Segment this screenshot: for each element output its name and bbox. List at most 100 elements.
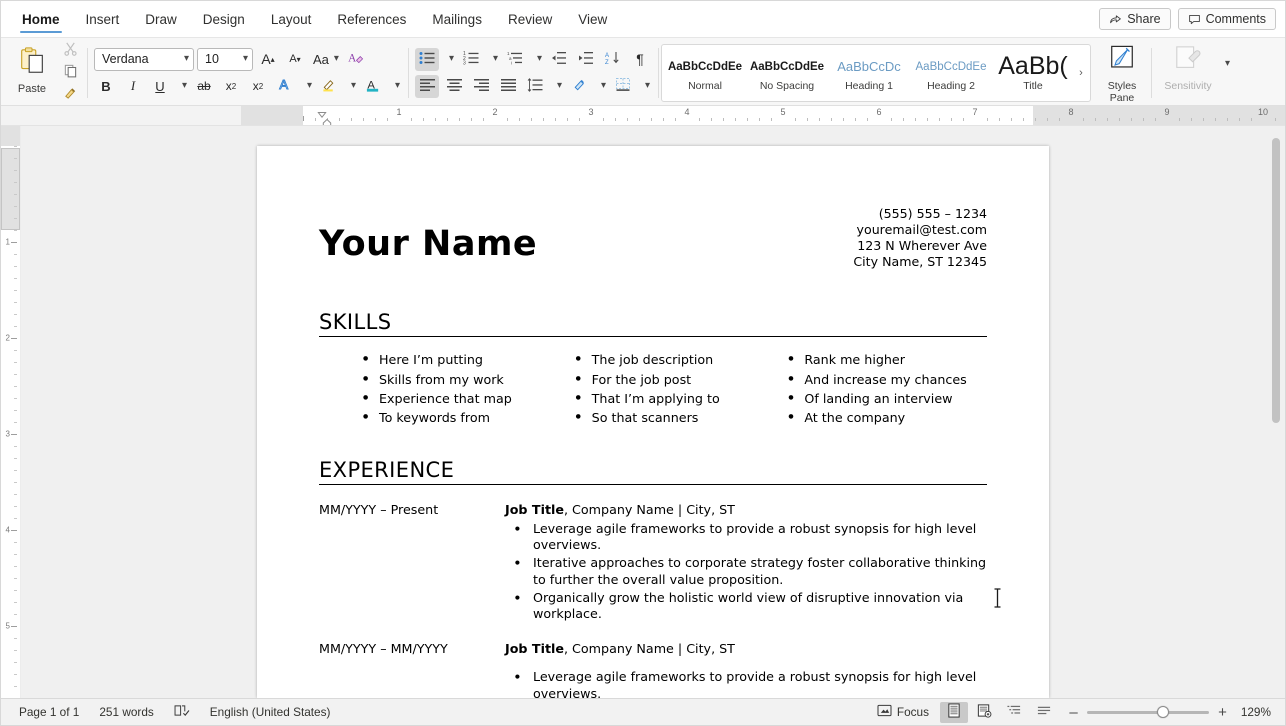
word-count[interactable]: 251 words [89, 701, 163, 723]
tab-view[interactable]: View [565, 1, 620, 37]
align-left-button[interactable] [415, 75, 439, 98]
style-heading-2[interactable]: AaBbCcDdEe Heading 2 [911, 47, 991, 99]
align-center-button[interactable] [442, 75, 466, 98]
style-normal[interactable]: AaBbCcDdEe Normal [665, 47, 745, 99]
paste-button[interactable]: Paste [7, 42, 57, 104]
grow-font-button[interactable]: A▴ [256, 48, 280, 71]
bold-button[interactable]: B [94, 75, 118, 98]
superscript-button[interactable]: x2 [246, 75, 270, 98]
style-heading-1-preview: AaBbCcDc [832, 54, 906, 80]
comments-button[interactable]: Comments [1178, 8, 1276, 30]
zoom-out-button[interactable]: – [1067, 704, 1080, 721]
highlight-button[interactable] [317, 75, 341, 98]
view-web-layout-button[interactable] [970, 702, 998, 723]
tab-mailings[interactable]: Mailings [419, 1, 495, 37]
tab-review[interactable]: Review [495, 1, 565, 37]
font-color-dropdown[interactable]: ▾ [388, 75, 402, 98]
view-draft-button[interactable] [1030, 702, 1058, 723]
chevron-down-icon: ▾ [182, 81, 187, 91]
vertical-scrollbar[interactable] [1270, 130, 1282, 694]
align-right-button[interactable] [469, 75, 493, 98]
justify-button[interactable] [496, 75, 520, 98]
list-item: Leverage agile frameworks to provide a r… [505, 521, 987, 554]
shading-dropdown[interactable]: ▾ [594, 75, 608, 98]
scrollbar-thumb[interactable] [1272, 138, 1280, 423]
tab-home[interactable]: Home [9, 1, 73, 37]
clear-formatting-button[interactable]: A [345, 48, 369, 71]
document-scroll-area[interactable]: Your Name (555) 555 – 1234 youremail@tes… [21, 126, 1285, 698]
tab-references[interactable]: References [324, 1, 419, 37]
bullets-dropdown[interactable]: ▾ [442, 48, 456, 71]
tab-insert[interactable]: Insert [73, 1, 133, 37]
job-title-line: Job Title, Company Name | City, ST [505, 501, 987, 518]
style-no-spacing[interactable]: AaBbCcDdEe No Spacing [747, 47, 827, 99]
horizontal-ruler[interactable]: 12345678910 [241, 106, 1285, 125]
sensitivity-dropdown[interactable]: ▾ [1218, 52, 1232, 75]
cut-icon [63, 41, 78, 61]
resume-name: Your Name [319, 226, 537, 263]
focus-mode-button[interactable]: Focus [867, 701, 939, 723]
chevron-down-icon: ▾ [243, 54, 248, 64]
zoom-thumb[interactable] [1157, 706, 1169, 718]
web-layout-icon [976, 703, 992, 721]
proofing-status[interactable] [164, 701, 200, 723]
font-size-combo[interactable]: 10 ▾ [197, 48, 253, 71]
strikethrough-button[interactable]: ab [192, 75, 216, 98]
borders-button[interactable] [611, 75, 635, 98]
copy-button[interactable] [59, 63, 81, 82]
tab-draw[interactable]: Draw [132, 1, 190, 37]
hanging-indent-marker[interactable] [318, 106, 327, 114]
ruler-left-margin [241, 106, 303, 125]
styles-gallery-more-button[interactable]: › [1074, 47, 1088, 99]
sort-button[interactable]: AZ [601, 48, 625, 71]
view-outline-button[interactable] [1000, 702, 1028, 723]
zoom-slider[interactable] [1087, 706, 1209, 718]
shading-button[interactable] [567, 75, 591, 98]
vertical-ruler[interactable]: 12345 [1, 126, 21, 698]
styles-gallery[interactable]: AaBbCcDdEe Normal AaBbCcDdEe No Spacing … [661, 44, 1091, 102]
document-page[interactable]: Your Name (555) 555 – 1234 youremail@tes… [257, 146, 1049, 698]
zoom-percent-label[interactable]: 129% [1237, 705, 1277, 719]
subscript-button[interactable]: x2 [219, 75, 243, 98]
tab-layout[interactable]: Layout [258, 1, 325, 37]
vruler-tick [14, 218, 17, 219]
style-title[interactable]: AaBb( Title [993, 47, 1073, 99]
italic-button[interactable]: I [121, 75, 145, 98]
page-indicator[interactable]: Page 1 of 1 [9, 701, 89, 723]
highlight-dropdown[interactable]: ▾ [344, 75, 358, 98]
show-formatting-marks-button[interactable]: ¶ [628, 48, 652, 71]
borders-dropdown[interactable]: ▾ [638, 75, 652, 98]
tab-home-label: Home [22, 12, 60, 27]
line-spacing-button[interactable] [523, 75, 547, 98]
view-print-layout-button[interactable] [940, 702, 968, 723]
multilevel-list-button[interactable]: 1ai [503, 48, 527, 71]
cut-button[interactable] [59, 41, 81, 60]
tab-design[interactable]: Design [190, 1, 258, 37]
numbering-dropdown[interactable]: ▾ [486, 48, 500, 71]
vruler-number: 1 [6, 238, 10, 247]
increase-indent-button[interactable] [574, 48, 598, 71]
zoom-in-button[interactable]: + [1216, 704, 1229, 721]
text-effects-button[interactable]: A [273, 75, 297, 98]
bullets-button[interactable] [415, 48, 439, 71]
styles-pane-button[interactable]: Styles Pane [1096, 42, 1148, 104]
line-spacing-dropdown[interactable]: ▾ [550, 75, 564, 98]
change-case-button[interactable]: Aa▾ [310, 48, 342, 71]
sensitivity-button[interactable]: Sensitivity [1158, 42, 1218, 104]
vruler-tick [11, 434, 17, 435]
font-family-combo[interactable]: Verdana ▾ [94, 48, 194, 71]
ruler-tick [771, 118, 772, 121]
format-painter-button[interactable] [59, 85, 81, 104]
decrease-indent-button[interactable] [547, 48, 571, 71]
underline-dropdown[interactable]: ▾ [175, 75, 189, 98]
underline-button[interactable]: U [148, 75, 172, 98]
shrink-font-button[interactable]: A▾ [283, 48, 307, 71]
font-color-button[interactable]: A [361, 75, 385, 98]
style-heading-1[interactable]: AaBbCcDc Heading 1 [829, 47, 909, 99]
multilevel-list-dropdown[interactable]: ▾ [530, 48, 544, 71]
share-button[interactable]: Share [1099, 8, 1170, 30]
numbering-button[interactable]: 123 [459, 48, 483, 71]
text-effects-dropdown[interactable]: ▾ [300, 75, 314, 98]
language-indicator[interactable]: English (United States) [200, 701, 341, 723]
list-item: Skills from my work [363, 370, 562, 389]
